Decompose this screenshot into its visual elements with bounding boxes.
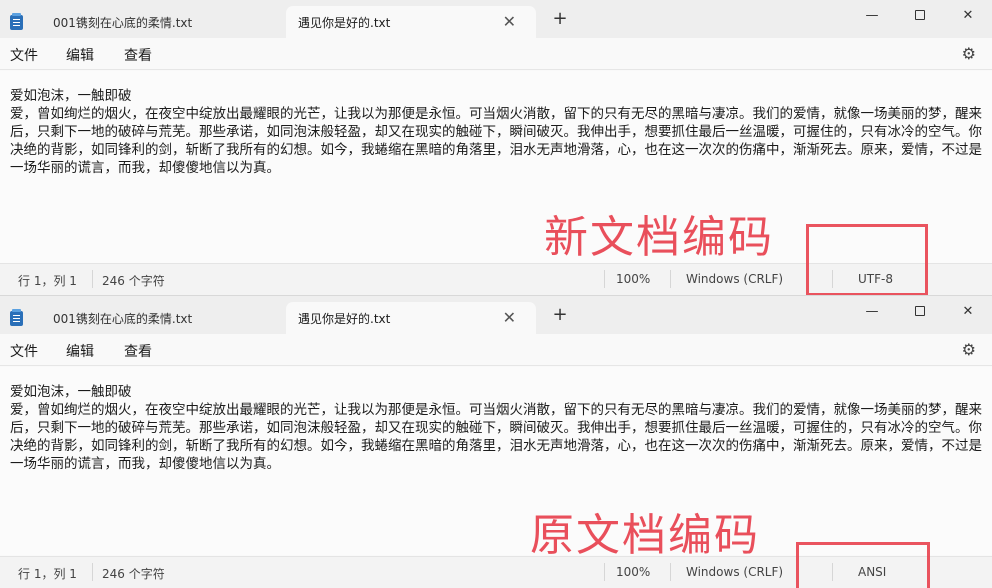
maximize-icon [915,306,925,316]
menu-bar: 文件 编辑 查看 ⚙ [0,334,992,366]
line-ending[interactable]: Windows (CRLF) [686,565,783,579]
tab-label: 遇见你是好的.txt [298,311,391,326]
line-ending[interactable]: Windows (CRLF) [686,272,783,286]
cursor-position: 行 1，列 1 [18,274,77,288]
zoom-level[interactable]: 100% [616,565,650,579]
annotation-highlight-box [796,542,930,588]
minimize-button[interactable]: — [848,0,896,30]
maximize-button[interactable] [896,296,944,326]
status-divider [604,563,605,581]
window-controls: — ✕ [848,296,992,334]
tab-bar: 001镌刻在心底的柔情.txt 遇见你是好的.txt ✕ + — ✕ [0,0,992,38]
settings-gear-icon[interactable]: ⚙ [962,44,976,63]
new-tab-icon[interactable]: + [548,8,572,29]
menu-file[interactable]: 文件 [10,45,38,65]
annotation-highlight-box [806,224,928,296]
settings-gear-icon[interactable]: ⚙ [962,340,976,359]
tab-close-icon[interactable]: ✕ [503,12,516,31]
minimize-button[interactable]: — [848,296,896,326]
tab-file-2-active[interactable]: 遇见你是好的.txt ✕ [286,302,536,334]
tab-file-2-active[interactable]: 遇见你是好的.txt ✕ [286,6,536,38]
tab-label: 001镌刻在心底的柔情.txt [53,15,193,30]
notepad-icon [10,308,23,326]
menu-edit[interactable]: 编辑 [66,341,94,361]
text-paragraph: 爱，曾如绚烂的烟火，在夜空中绽放出最耀眼的光芒，让我以为那便是永恒。可当烟火消散… [10,402,982,472]
close-button[interactable]: ✕ [944,0,992,30]
menu-edit[interactable]: 编辑 [66,45,94,65]
tab-bar: 001镌刻在心底的柔情.txt 遇见你是好的.txt ✕ + — ✕ [0,296,992,334]
annotation-new-encoding: 新文档编码 [544,212,774,263]
text-editor[interactable]: 爱如泡沫，一触即破 爱，曾如绚烂的烟火，在夜空中绽放出最耀眼的光芒，让我以为那便… [0,367,992,555]
maximize-button[interactable] [896,0,944,30]
notepad-icon [10,12,23,30]
menu-view[interactable]: 查看 [124,341,152,361]
char-count: 246 个字符 [102,274,165,288]
new-tab-icon[interactable]: + [548,304,572,325]
tab-label: 遇见你是好的.txt [298,15,391,30]
status-divider [92,270,93,288]
status-divider [670,270,671,288]
status-divider [670,563,671,581]
tab-label: 001镌刻在心底的柔情.txt [53,311,193,326]
cursor-position: 行 1，列 1 [18,567,77,581]
text-line-title: 爱如泡沫，一触即破 [10,88,132,104]
maximize-icon [915,10,925,20]
notepad-window-bottom: 001镌刻在心底的柔情.txt 遇见你是好的.txt ✕ + — ✕ 文件 编辑… [0,296,992,588]
menu-file[interactable]: 文件 [10,341,38,361]
notepad-window-top: 001镌刻在心底的柔情.txt 遇见你是好的.txt ✕ + — ✕ 文件 编辑… [0,0,992,296]
zoom-level[interactable]: 100% [616,272,650,286]
text-line-title: 爱如泡沫，一触即破 [10,384,132,400]
char-count: 246 个字符 [102,567,165,581]
status-divider [604,270,605,288]
annotation-original-encoding: 原文档编码 [530,510,760,561]
menu-view[interactable]: 查看 [124,45,152,65]
tab-close-icon[interactable]: ✕ [503,308,516,327]
tab-file-1[interactable]: 001镌刻在心底的柔情.txt [0,6,286,38]
close-button[interactable]: ✕ [944,296,992,326]
status-divider [92,563,93,581]
text-paragraph: 爱，曾如绚烂的烟火，在夜空中绽放出最耀眼的光芒，让我以为那便是永恒。可当烟火消散… [10,106,982,176]
window-controls: — ✕ [848,0,992,38]
tab-file-1[interactable]: 001镌刻在心底的柔情.txt [0,302,286,334]
menu-bar: 文件 编辑 查看 ⚙ [0,38,992,70]
